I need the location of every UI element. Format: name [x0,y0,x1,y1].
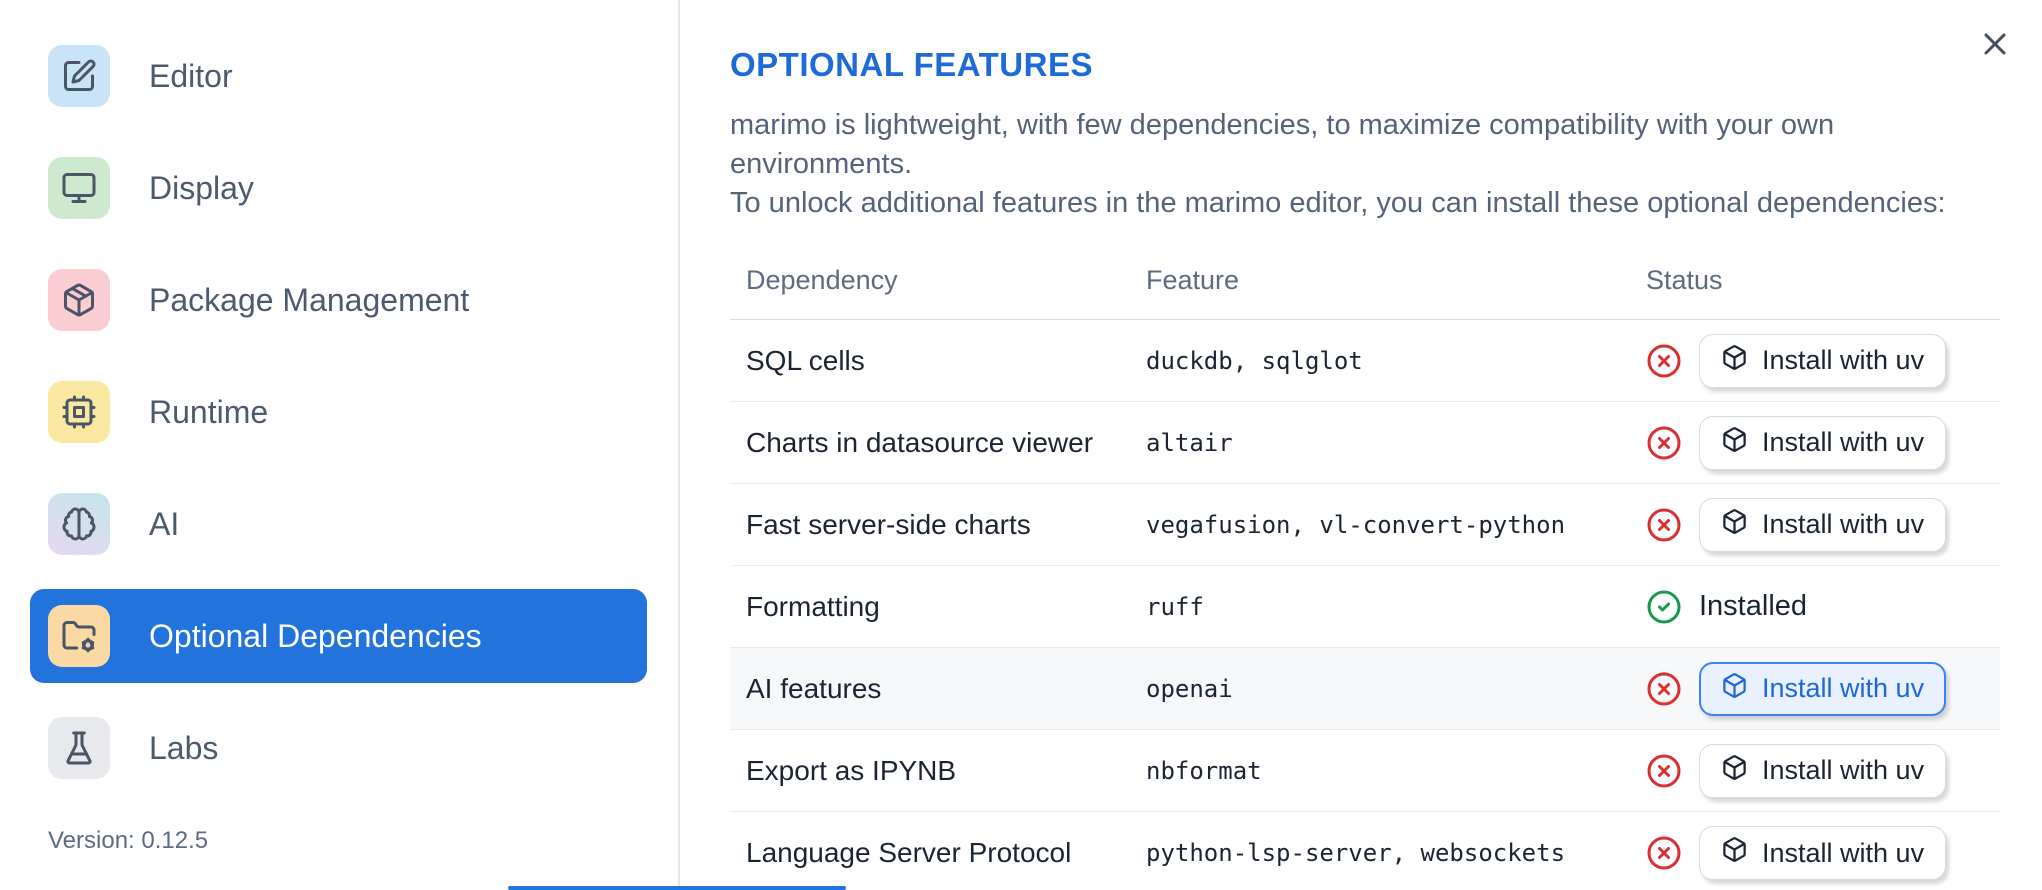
sidebar-item-label: Runtime [149,393,269,430]
dependency-name: Charts in datasource viewer [746,426,1094,458]
feature-packages: duckdb, sqlglot [1146,346,1363,375]
install-with-uv-button[interactable]: Install with uv [1699,497,1947,552]
table-row: Charts in datasource viewer altair Insta… [730,402,2000,484]
sidebar-item-label: Labs [149,729,219,766]
folder-cog-icon [48,605,110,667]
not-installed-icon [1646,753,1682,789]
cpu-icon [48,381,110,443]
column-header-status: Status [1646,264,1723,295]
sidebar-item-package-management[interactable]: Package Management [30,253,647,347]
installed-check-icon [1646,589,1682,625]
table-row: Fast server-side charts vegafusion, vl-c… [730,484,2000,566]
dependency-name: AI features [746,672,882,704]
dependency-name: SQL cells [746,344,865,376]
square-pen-icon [48,45,110,107]
install-with-uv-button[interactable]: Install with uv [1699,661,1947,716]
not-installed-icon [1646,507,1682,543]
settings-nav: Editor Display Package Management Runtim… [0,0,678,795]
feature-packages: altair [1146,428,1233,457]
sidebar-item-ai[interactable]: AI [30,477,647,571]
feature-packages: python-lsp-server, websockets [1146,839,1566,867]
sidebar-item-optional-dependencies[interactable]: Optional Dependencies [30,589,647,683]
column-header-feature: Feature [1146,264,1240,295]
install-button-label: Install with uv [1762,673,1925,703]
sidebar-item-editor[interactable]: Editor [30,29,647,123]
optional-features-panel: OPTIONAL FEATURES marimo is lightweight,… [682,0,2042,890]
close-icon [1977,33,2013,65]
package-box-icon [1721,672,1748,706]
package-box-icon [1721,426,1748,460]
table-row: Formatting ruff Installed [730,566,2000,648]
page-title: OPTIONAL FEATURES [730,46,1093,83]
dependency-name: Fast server-side charts [746,508,1031,540]
table-row: Language Server Protocol python-lsp-serv… [730,812,2000,890]
dependency-name: Formatting [746,590,880,622]
dependency-name: Export as IPYNB [746,754,957,786]
feature-packages: ruff [1146,592,1204,621]
brain-icon [48,493,110,555]
package-box-icon [1721,836,1748,870]
install-with-uv-button[interactable]: Install with uv [1699,415,1947,470]
flask-icon [48,717,110,779]
sidebar-item-labs[interactable]: Labs [30,701,647,795]
not-installed-icon [1646,671,1682,707]
column-header-dependency: Dependency [746,264,898,295]
sidebar-item-label: Optional Dependencies [149,617,482,654]
dependency-name: Language Server Protocol [746,837,1072,868]
install-button-label: Install with uv [1762,509,1925,539]
package-box-icon [1721,508,1748,542]
install-button-label: Install with uv [1762,837,1925,868]
package-box-icon [1721,754,1748,788]
description-line-1: marimo is lightweight, with few dependen… [730,109,1835,180]
horizontal-scrollbar-thumb[interactable] [508,886,846,890]
version-label: Version: 0.12.5 [48,827,209,854]
table-row: AI features openai Install with uv [730,648,2000,730]
feature-packages: nbformat [1146,756,1262,785]
sidebar-item-label: AI [149,505,180,542]
install-button-label: Install with uv [1762,427,1925,457]
sidebar-item-label: Package Management [149,281,470,318]
table-row: SQL cells duckdb, sqlglot Install with u… [730,320,2000,402]
install-with-uv-button[interactable]: Install with uv [1699,743,1947,798]
description-line-2: To unlock additional features in the mar… [730,187,1946,219]
install-button-label: Install with uv [1762,345,1925,375]
sidebar-item-display[interactable]: Display [30,141,647,235]
package-box-icon [1721,344,1748,378]
sidebar-item-runtime[interactable]: Runtime [30,365,647,459]
install-button-label: Install with uv [1762,755,1925,785]
not-installed-icon [1646,343,1682,379]
package-icon [48,269,110,331]
feature-packages: openai [1146,674,1233,703]
sidebar: Editor Display Package Management Runtim… [0,0,680,890]
installed-status-text: Installed [1699,590,1808,622]
install-with-uv-button[interactable]: Install with uv [1699,826,1947,880]
close-button[interactable] [1976,26,2014,64]
install-with-uv-button[interactable]: Install with uv [1699,333,1947,388]
sidebar-item-label: Editor [149,57,233,94]
table-header-row: Dependency Feature Status [730,241,2000,320]
sidebar-item-label: Display [149,169,254,206]
not-installed-icon [1646,425,1682,461]
settings-dialog: Editor Display Package Management Runtim… [0,0,2042,890]
monitor-icon [48,157,110,219]
not-installed-icon [1646,835,1682,871]
feature-packages: vegafusion, vl-convert-python [1146,510,1566,539]
table-row: Export as IPYNB nbformat Install with uv [730,730,2000,812]
description: marimo is lightweight, with few dependen… [730,106,1997,223]
dependencies-table: Dependency Feature Status SQL cells duck… [730,241,2000,890]
